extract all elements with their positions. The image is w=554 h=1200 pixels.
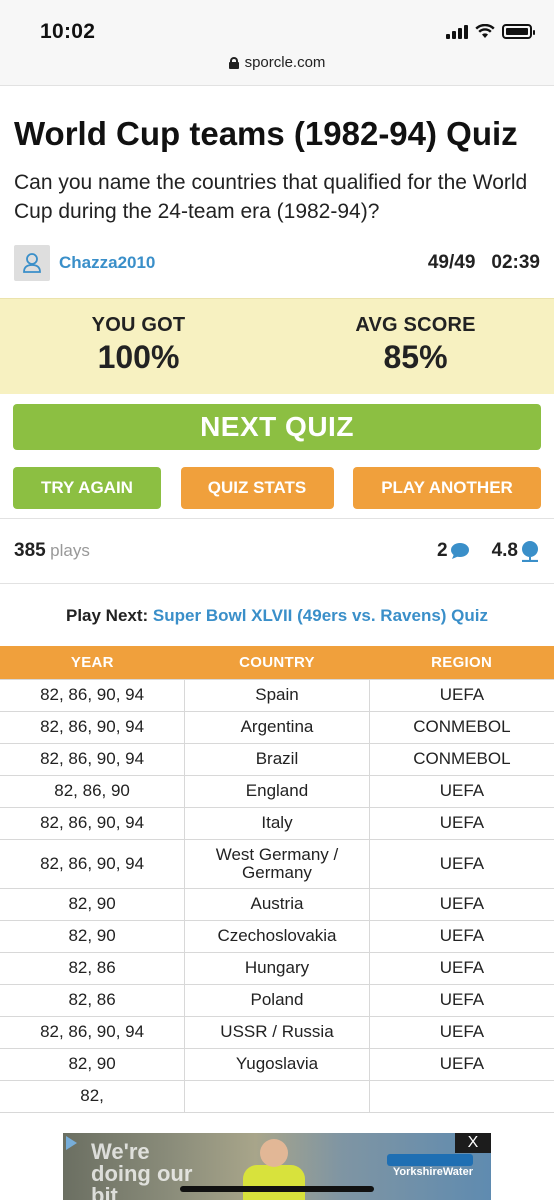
rating-value: 4.8 [491,540,518,561]
table-row: 82, 90 Austria UEFA [0,887,554,921]
author-link[interactable]: Chazza2010 [59,253,155,273]
score-progress: 49/49 [427,252,476,273]
home-indicator[interactable] [180,1186,374,1192]
ad-choices-icon[interactable] [66,1136,77,1150]
try-again-button[interactable]: TRY AGAIN [13,467,161,509]
address-bar[interactable]: sporcle.com [0,48,554,86]
cell-region: UEFA [368,838,554,889]
cell-country: England [184,774,370,808]
cell-country: Argentina [184,710,370,744]
ad-brand-logo [387,1154,473,1166]
play-another-button[interactable]: PLAY ANOTHER [353,467,541,509]
table-header-row: YEAR COUNTRY REGION [0,646,554,679]
cell-country: Spain [184,678,370,712]
cell-region: UEFA [368,1015,554,1049]
table-row: 82, 90 Yugoslavia UEFA [0,1047,554,1081]
user-avatar-icon[interactable] [14,245,50,281]
table-row: 82, 86, 90, 94 Spain UEFA [0,678,554,712]
quiz-stats-button[interactable]: QUIZ STATS [180,467,334,509]
cell-region: UEFA [368,678,554,712]
cell-region: UEFA [368,806,554,840]
cell-year: 82, 86, 90, 94 [0,742,186,776]
lock-icon [228,56,239,69]
cell-country: Poland [184,983,370,1017]
battery-icon [502,24,535,39]
table-row: 82, 86, 90, 94 Brazil CONMEBOL [0,742,554,776]
play-next-label: Play Next: [65,606,149,625]
cell-region: UEFA [368,983,554,1017]
play-next-link[interactable]: Super Bowl XLVII (49ers vs. Ravens) Quiz [153,606,488,625]
avg-score-value: 85% [383,339,448,375]
cell-year: 82, 86, 90, 94 [0,678,186,712]
cell-year: 82, 86, 90, 94 [0,1015,186,1049]
cell-country: USSR / Russia [184,1015,370,1049]
ad-brand-name: YorkshireWater [392,1166,473,1178]
cellular-signal-icon [446,24,468,39]
cell-year: 82, [0,1079,186,1113]
comment-count: 2 [437,540,448,561]
table-row: 82, [0,1079,554,1113]
play-next-row: Play Next: Super Bowl XLVII (49ers vs. R… [0,584,554,646]
cell-country: West Germany / Germany [184,838,370,889]
play-count: 385 [14,540,46,561]
cell-year: 82, 86 [0,951,186,985]
table-row: 82, 86, 90, 94 West Germany / Germany UE… [0,838,554,889]
cell-region: UEFA [368,774,554,808]
cell-country [184,1079,370,1113]
status-icons [446,24,535,39]
rating-icon [522,541,538,562]
table-row: 82, 86, 90, 94 USSR / Russia UEFA [0,1015,554,1049]
your-score-label: YOU GOT [91,314,186,336]
cell-country: Hungary [184,951,370,985]
cell-region: CONMEBOL [368,742,554,776]
next-quiz-button[interactable]: NEXT QUIZ [13,404,541,450]
results-table: YEAR COUNTRY REGION 82, 86, 90, 94 Spain… [0,646,554,1113]
quiz-description: Can you name the countries that qualifie… [14,171,528,223]
cell-region: CONMEBOL [368,710,554,744]
cell-region [368,1079,554,1113]
table-row: 82, 86, 90, 94 Argentina CONMEBOL [0,710,554,744]
table-row: 82, 90 Czechoslovakia UEFA [0,919,554,953]
cell-year: 82, 90 [0,1047,186,1081]
cell-year: 82, 86, 90, 94 [0,838,186,889]
cell-year: 82, 90 [0,887,186,921]
cell-region: UEFA [368,919,554,953]
table-row: 82, 86, 90, 94 Italy UEFA [0,806,554,840]
status-time: 10:02 [40,20,96,43]
cell-year: 82, 86, 90 [0,774,186,808]
cell-country: Brazil [184,742,370,776]
cell-year: 82, 86 [0,983,186,1017]
wifi-icon [475,24,495,38]
quiz-timer: 02:39 [491,252,540,273]
cell-country: Italy [184,806,370,840]
avg-score-label: AVG SCORE [355,314,476,336]
play-count-label: plays [50,541,90,560]
cell-year: 82, 86, 90, 94 [0,806,186,840]
column-header-country[interactable]: COUNTRY [184,646,370,679]
cell-country: Czechoslovakia [184,919,370,953]
column-header-year[interactable]: YEAR [0,646,185,679]
column-header-region[interactable]: REGION [369,646,554,679]
score-summary: YOU GOT 100% AVG SCORE 85% [0,298,554,394]
cell-year: 82, 86, 90, 94 [0,710,186,744]
cell-country: Yugoslavia [184,1047,370,1081]
ad-close-button[interactable]: X [455,1133,491,1153]
table-row: 82, 86, 90 England UEFA [0,774,554,808]
comment-icon [450,543,469,559]
table-row: 82, 86 Hungary UEFA [0,951,554,985]
cell-region: UEFA [368,887,554,921]
stats-row: 385 plays 2 4.8 [0,519,554,583]
status-bar: 10:02 [0,0,554,48]
comments-link[interactable]: 2 [437,540,470,562]
page-title: World Cup teams (1982-94) Quiz [14,115,518,152]
cell-year: 82, 90 [0,919,186,953]
cell-country: Austria [184,887,370,921]
cell-region: UEFA [368,951,554,985]
quiz-meta-row: Chazza2010 49/49 02:39 [0,242,554,284]
table-row: 82, 86 Poland UEFA [0,983,554,1017]
url-text[interactable]: sporcle.com [245,54,326,71]
rating-link[interactable]: 4.8 [492,540,540,562]
cell-region: UEFA [368,1047,554,1081]
your-score-value: 100% [97,339,180,375]
